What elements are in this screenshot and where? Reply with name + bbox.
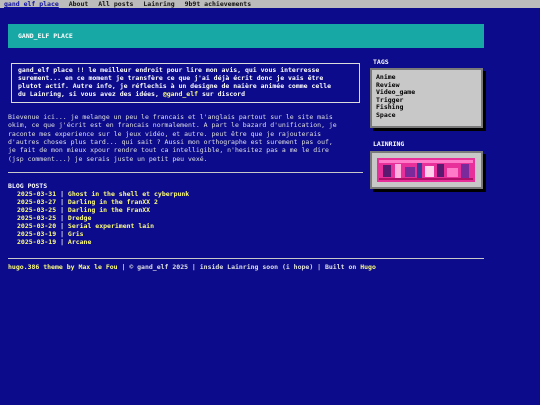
post-date: 2025-03-19 [17, 230, 57, 238]
post-separator: | [60, 238, 64, 246]
nav-brand-link[interactable]: gand_elf place [0, 0, 59, 8]
blog-post-list: 2025-03-31 | Ghost in the shell et cyber… [17, 190, 189, 246]
post-separator: | [60, 214, 64, 222]
section-divider [8, 172, 363, 173]
tag-link-space[interactable]: Space [376, 111, 415, 120]
post-title-link[interactable]: Ghost in the shell et cyberpunk [68, 190, 189, 198]
footer-divider [8, 258, 484, 259]
site-footer: hugo.386 theme by Max le Fou | © gand_el… [8, 263, 376, 271]
welcome-paragraph: Bievenue ici... je melange un peu le fra… [8, 113, 337, 163]
post-separator: | [60, 190, 64, 198]
nav-item-lainring[interactable]: Lainring [139, 0, 174, 8]
post-date: 2025-03-20 [17, 222, 57, 230]
blog-post-item: 2025-03-25 | Darling in the FranXX [17, 206, 189, 214]
post-title-link[interactable]: Dredge [68, 214, 91, 222]
blog-post-item: 2025-03-19 | Gris [17, 230, 189, 238]
post-date: 2025-03-31 [17, 190, 57, 198]
top-nav-bar: gand_elf place About All posts Lainring … [0, 0, 540, 8]
post-title-link[interactable]: Arcane [68, 238, 91, 246]
post-date: 2025-03-25 [17, 214, 57, 222]
post-separator: | [60, 198, 64, 206]
intro-suffix: sur discord [198, 89, 246, 98]
post-title-link[interactable]: Darling in the FranXX [68, 206, 150, 214]
tags-heading: TAGS [373, 58, 389, 66]
nav-item-about[interactable]: About [65, 0, 89, 8]
discord-handle: @gand_elf [162, 89, 199, 98]
nav-item-all-posts[interactable]: All posts [94, 0, 133, 8]
post-date: 2025-03-25 [17, 206, 57, 214]
blog-post-item: 2025-03-20 | Serial experiment lain [17, 222, 189, 230]
hugo-link[interactable]: Hugo [360, 263, 376, 271]
post-title-link[interactable]: Gris [68, 230, 84, 238]
blog-post-item: 2025-03-27 | Darling in the franXX 2 [17, 198, 189, 206]
theme-credit-link[interactable]: hugo.386 theme by Max le Fou [8, 263, 118, 271]
blog-post-item: 2025-03-19 | Arcane [17, 238, 189, 246]
tag-list: Anime Review Video_game Trigger Fishing … [376, 73, 415, 120]
post-date: 2025-03-27 [17, 198, 57, 206]
lainring-panel [370, 151, 483, 189]
site-header: GAND_ELF PLACE [8, 24, 484, 48]
intro-box: gand_elf place !! le meilleur endroit po… [11, 63, 360, 103]
footer-text: | © gand_elf 2025 | inside Lainring soon… [117, 263, 361, 271]
lainring-banner-image[interactable] [377, 158, 475, 182]
post-title-link[interactable]: Darling in the franXX 2 [68, 198, 158, 206]
post-date: 2025-03-19 [17, 238, 57, 246]
lainring-heading: LAINRING [373, 140, 405, 148]
post-separator: | [60, 206, 64, 214]
post-title-link[interactable]: Serial experiment lain [68, 222, 154, 230]
site-title: GAND_ELF PLACE [18, 32, 73, 40]
blog-post-item: 2025-03-31 | Ghost in the shell et cyber… [17, 190, 189, 198]
blog-post-item: 2025-03-25 | Dredge [17, 214, 189, 222]
post-separator: | [60, 230, 64, 238]
nav-item-achievements[interactable]: 9b9t achievements [181, 0, 252, 8]
tags-panel: Anime Review Video_game Trigger Fishing … [370, 68, 483, 128]
post-separator: | [60, 222, 64, 230]
